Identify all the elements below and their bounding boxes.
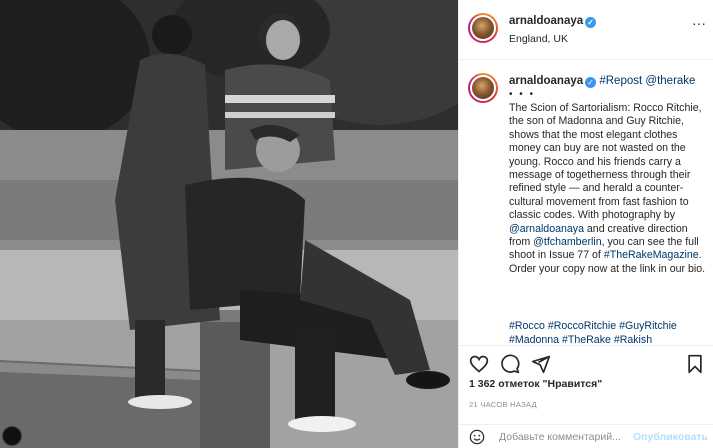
caption-username[interactable]: arnaldoanaya [509, 75, 583, 87]
comment-input[interactable] [499, 429, 649, 445]
header-username[interactable]: arnaldoanaya ✓ [509, 15, 597, 28]
post-timestamp[interactable]: 21 ЧАСОВ НАЗАД [469, 400, 537, 409]
caption-text: The Scion of Sartorialism: Rocco Ritchie… [509, 102, 706, 275]
comment-icon[interactable] [500, 354, 520, 374]
more-icon[interactable]: ··· [692, 15, 706, 31]
verified-icon: ✓ [585, 77, 597, 88]
repost-hashtag[interactable]: #Repost [599, 75, 642, 87]
author-avatar[interactable] [468, 13, 498, 43]
photo-scene [0, 0, 458, 448]
heart-icon[interactable] [469, 354, 489, 374]
caption-header: arnaldoanaya ✓ #Repost @therake [509, 75, 709, 88]
publish-button[interactable]: Опубликовать [633, 431, 708, 443]
post-photo[interactable] [0, 0, 458, 448]
hashtag-therakemagazine[interactable]: #TheRakeMagazine [604, 249, 699, 261]
caption-hashtags[interactable]: #Rocco #RoccoRitchie #GuyRitchie #Madonn… [509, 319, 709, 345]
mention-arnaldoanaya[interactable]: @arnaldoanaya [509, 223, 584, 235]
caption-avatar[interactable] [468, 73, 498, 103]
bookmark-icon[interactable] [685, 354, 705, 374]
post-side-panel: arnaldoanaya ✓ England, UK ··· arnaldoana… [458, 0, 713, 448]
mention-therake[interactable]: @therake [645, 75, 695, 87]
mention-tfchamberlin[interactable]: @tfchamberlin [533, 236, 601, 248]
likes-count[interactable]: 1 362 отметок "Нравится" [469, 378, 602, 390]
share-icon[interactable] [531, 354, 551, 374]
action-bar [459, 345, 713, 381]
caption-area: arnaldoanaya ✓ #Repost @therake • • • The… [459, 61, 713, 345]
verified-icon: ✓ [585, 17, 597, 28]
emoji-icon[interactable] [469, 429, 485, 445]
photo-corner-icon [2, 426, 22, 446]
location-link[interactable]: England, UK [509, 33, 568, 45]
post-header: arnaldoanaya ✓ England, UK ··· [459, 0, 713, 60]
caption-dots: • • • [509, 89, 536, 100]
comment-bar: Опубликовать [459, 424, 713, 448]
